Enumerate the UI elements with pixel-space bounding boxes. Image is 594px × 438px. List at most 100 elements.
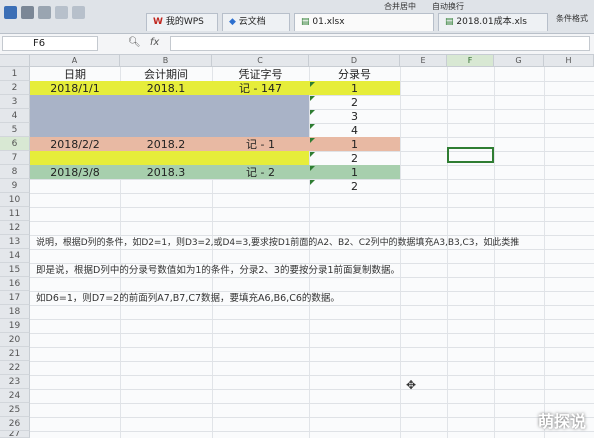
note-row16[interactable]: 如D6=1，则D7=2的前面列A7,B7,C7数据，要填充A6,B6,C6的数据… (36, 290, 340, 304)
name-box[interactable]: F6 (2, 36, 98, 51)
cell-d8[interactable]: 1 (309, 166, 400, 179)
col-header-f[interactable]: F (447, 55, 494, 67)
select-all-corner[interactable] (0, 55, 30, 67)
col-header-a[interactable]: A (30, 55, 120, 67)
row-header[interactable]: 15 (0, 263, 30, 277)
gridline (30, 389, 594, 390)
col-header-d[interactable]: D (309, 55, 400, 67)
cell-d4[interactable]: 3 (309, 110, 400, 123)
col-header-g[interactable]: G (494, 55, 544, 67)
cell-d7[interactable]: 2 (309, 152, 400, 165)
cell-number-marker (310, 110, 315, 115)
row-header[interactable]: 18 (0, 305, 30, 319)
row-header[interactable]: 27 (0, 431, 30, 438)
row-header[interactable]: 11 (0, 207, 30, 221)
cell-b6[interactable]: 2018.2 (120, 138, 212, 151)
cell-d3[interactable]: 2 (309, 96, 400, 109)
cell-d2[interactable]: 1 (309, 82, 400, 95)
row-header[interactable]: 5 (0, 123, 30, 137)
sheet-file-icon: ▤ (445, 17, 454, 27)
merge-center-button[interactable]: 合并居中 (384, 2, 416, 12)
cell-b1[interactable]: 会计期间 (120, 68, 212, 81)
wps-logo-icon: W (153, 17, 163, 27)
row-header[interactable]: 16 (0, 277, 30, 291)
watermark: 萌探说 (537, 412, 586, 431)
fill-row7-yellow (30, 151, 309, 165)
row-header[interactable]: 17 (0, 291, 30, 305)
cell-number-marker (310, 96, 315, 101)
save-icon[interactable] (4, 6, 17, 19)
cell-c8[interactable]: 记 - 2 (212, 166, 309, 179)
row-header[interactable]: 10 (0, 193, 30, 207)
row-header[interactable]: 25 (0, 403, 30, 417)
row-header[interactable]: 22 (0, 361, 30, 375)
zoom-icon[interactable]: 🔍︎ (128, 37, 141, 48)
cell-a1[interactable]: 日期 (30, 68, 120, 81)
cell-number-marker (310, 166, 315, 171)
gridline (30, 375, 594, 376)
gridline (30, 207, 594, 208)
col-header-e[interactable]: E (400, 55, 447, 67)
row-header[interactable]: 20 (0, 333, 30, 347)
gridline (30, 333, 594, 334)
row-header[interactable]: 7 (0, 151, 30, 165)
row-header[interactable]: 3 (0, 95, 30, 109)
row-header[interactable]: 6 (0, 137, 30, 151)
cell-number-marker (310, 82, 315, 87)
row-header[interactable]: 14 (0, 249, 30, 263)
gridline (30, 417, 594, 418)
cell-b8[interactable]: 2018.3 (120, 166, 212, 179)
tab-my-wps[interactable]: W 我的WPS (146, 13, 218, 31)
cell-number-marker (310, 180, 315, 185)
row-header[interactable]: 19 (0, 319, 30, 333)
col-header-h[interactable]: H (544, 55, 594, 67)
gridline (30, 305, 594, 306)
note-row14[interactable]: 即是说，根据D列中的分录号数值如为1的条件，分录2、3的要按分录1前面复制数据。 (36, 262, 400, 276)
row-header[interactable]: 2 (0, 81, 30, 95)
condition-format-button[interactable]: 条件格式 (556, 14, 588, 24)
col-header-c[interactable]: C (212, 55, 309, 67)
auto-wrap-button[interactable]: 自动换行 (432, 2, 464, 12)
gridline (30, 277, 594, 278)
row-header[interactable]: 24 (0, 389, 30, 403)
col-header-b[interactable]: B (120, 55, 212, 67)
row-header[interactable]: 8 (0, 165, 30, 179)
tab-2018-cost[interactable]: ▤ 2018.01成本.xls (438, 13, 548, 31)
row-header[interactable]: 26 (0, 417, 30, 431)
redo-icon[interactable] (72, 6, 85, 19)
cell-d6[interactable]: 1 (309, 138, 400, 151)
row-header[interactable]: 4 (0, 109, 30, 123)
tab-cloud-docs[interactable]: ◆ 云文档 (222, 13, 290, 31)
cell-a6[interactable]: 2018/2/2 (30, 138, 120, 151)
cell-a2[interactable]: 2018/1/1 (30, 82, 120, 95)
preview-icon[interactable] (38, 6, 51, 19)
gridline (30, 361, 594, 362)
row-header[interactable]: 21 (0, 347, 30, 361)
cell-d9[interactable]: 2 (309, 180, 400, 193)
fx-icon[interactable]: fx (150, 37, 159, 48)
tab-01-xlsx[interactable]: ▤ 01.xlsx (294, 13, 434, 31)
print-icon[interactable] (21, 6, 34, 19)
row-header[interactable]: 1 (0, 67, 30, 81)
row-header[interactable]: 23 (0, 375, 30, 389)
row-header[interactable]: 9 (0, 179, 30, 193)
gridline (30, 249, 594, 250)
cell-b2[interactable]: 2018.1 (120, 82, 212, 95)
row-header[interactable]: 13 (0, 235, 30, 249)
cell-c2[interactable]: 记 - 147 (212, 82, 309, 95)
cell-c6[interactable]: 记 - 1 (212, 138, 309, 151)
undo-icon[interactable] (55, 6, 68, 19)
cell-c1[interactable]: 凭证字号 (212, 68, 309, 81)
selected-cell-f6[interactable] (447, 147, 494, 163)
quick-access-toolbar (4, 6, 85, 19)
gridline (30, 347, 594, 348)
row-header[interactable]: 12 (0, 221, 30, 235)
cell-number-marker (310, 152, 315, 157)
formula-input[interactable] (170, 36, 590, 51)
title-bar: W 我的WPS ◆ 云文档 ▤ 01.xlsx ▤ 2018.01成本.xls … (0, 0, 594, 51)
spreadsheet-grid[interactable]: A B C D E F G H 1 2 3 4 5 6 7 8 9 10 11 … (0, 55, 594, 438)
cell-a8[interactable]: 2018/3/8 (30, 166, 120, 179)
note-row12[interactable]: 说明，根据D列的条件，如D2=1，则D3=2,或D4=3,要求按D1前面的A2、… (36, 235, 519, 248)
cell-d5[interactable]: 4 (309, 124, 400, 137)
cell-d1[interactable]: 分录号 (309, 68, 400, 81)
